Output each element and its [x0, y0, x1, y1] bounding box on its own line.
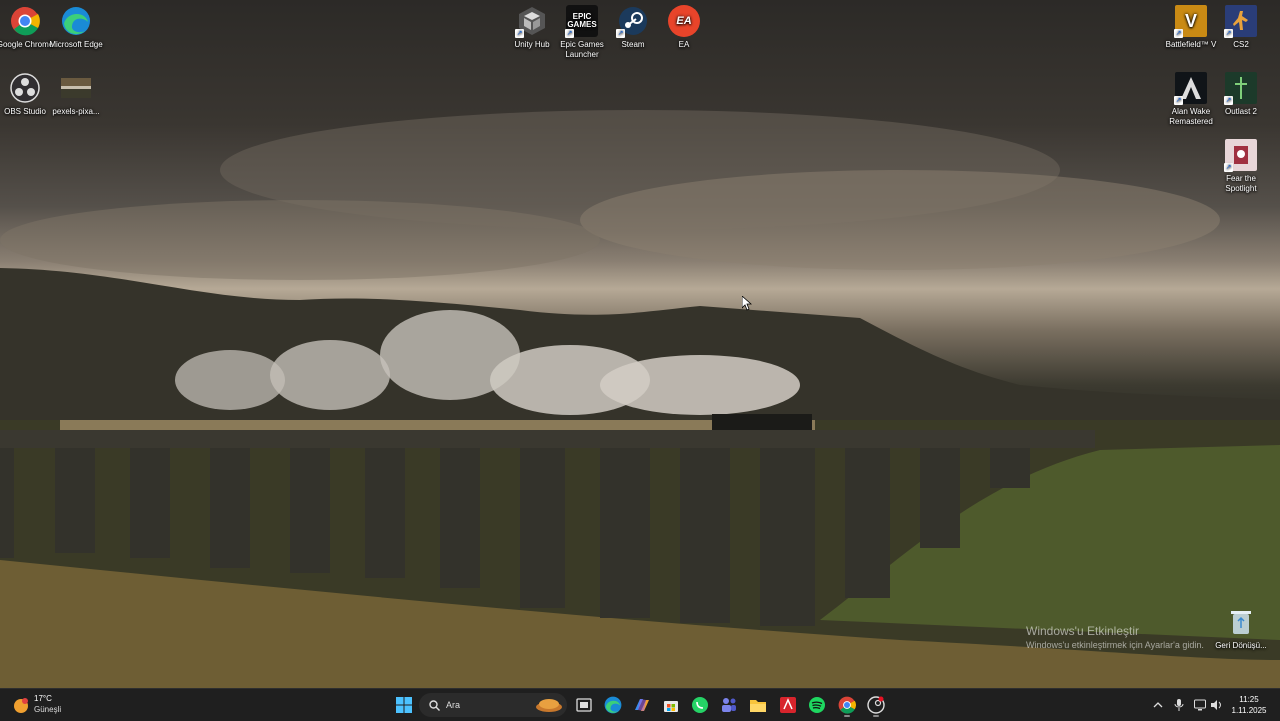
spotify-icon [809, 697, 825, 713]
taskbar-acrobat[interactable] [776, 693, 800, 717]
ea-logo-text: EA [676, 15, 692, 27]
steam-like-icon [867, 696, 885, 714]
taskbar-edge[interactable] [601, 693, 625, 717]
clock-date: 1.11.2025 [1231, 706, 1267, 715]
activation-title: Windows'u Etkinleştir [1026, 624, 1139, 638]
windows-activation-watermark: Windows'u Etkinleştir Windows'u etkinleş… [1026, 624, 1266, 650]
store-icon [664, 701, 678, 712]
battlefield-icon: V ↗ [1174, 5, 1207, 38]
icon-label: CS2 [1233, 40, 1249, 49]
desktop-icon-outlast-2[interactable]: ↗ Outlast 2 [1210, 72, 1272, 117]
activation-subtitle: Windows'u etkinleştirmek için Ayarlar'a … [1026, 640, 1204, 650]
taskbar-chrome[interactable] [835, 693, 859, 717]
fear-spotlight-icon: ↗ [1224, 139, 1257, 172]
taskbar-copilot[interactable] [630, 693, 654, 717]
shortcut-arrow-icon: ↗ [515, 29, 524, 38]
outlast-icon: ↗ [1224, 72, 1257, 105]
taskbar-search-box[interactable]: Ara [419, 693, 567, 717]
icon-label: Fear the Spotlight [1225, 174, 1257, 193]
edge-icon [604, 696, 622, 714]
mouse-cursor-icon [742, 296, 752, 311]
search-highlight-icon [536, 699, 562, 712]
system-tray [1150, 693, 1230, 717]
sun-icon [14, 698, 28, 713]
weather-temperature: 17°C [34, 694, 52, 703]
icon-label: pexels-pixa... [52, 107, 100, 116]
icon-label: EA [678, 40, 690, 49]
battlefield-logo-text: V [1184, 11, 1197, 31]
taskbar-whatsapp[interactable] [688, 693, 712, 717]
epic-logo-text: EPIC GAMES [567, 12, 597, 29]
weather-condition: Güneşli [34, 705, 62, 714]
image-file-icon [60, 72, 92, 104]
unity-icon: ↗ [515, 5, 548, 38]
shortcut-arrow-icon: ↗ [1174, 96, 1183, 105]
taskbar-spotify[interactable] [805, 693, 829, 717]
acrobat-icon [780, 697, 796, 713]
volume-icon[interactable] [1210, 699, 1223, 711]
search-placeholder: Ara [446, 700, 461, 710]
clock-time: 11:25 [1239, 695, 1259, 704]
desktop-icon-ea[interactable]: EA EA [653, 5, 715, 50]
task-view-button[interactable] [572, 693, 596, 717]
shortcut-arrow-icon: ↗ [1174, 29, 1183, 38]
shortcut-arrow-icon: ↗ [1224, 29, 1233, 38]
task-view-icon [576, 698, 592, 712]
desktop-icon-cs2[interactable]: ↗ CS2 [1210, 5, 1272, 50]
microphone-icon[interactable] [1174, 699, 1184, 711]
windows-start-icon [396, 697, 412, 713]
whatsapp-icon [692, 697, 708, 713]
taskbar-steam-like-app[interactable] [864, 693, 888, 717]
shortcut-arrow-icon: ↗ [1224, 96, 1233, 105]
taskbar: 17°C Güneşli Ara 11:25 1.11.2025 [0, 688, 1280, 721]
taskbar-file-explorer[interactable] [746, 693, 770, 717]
shortcut-arrow-icon: ↗ [1224, 163, 1233, 172]
desktop-icon-edge[interactable]: Microsoft Edge [45, 5, 107, 50]
desktop-icon-pexels-image[interactable]: pexels-pixa... [45, 72, 107, 117]
obs-icon [9, 72, 41, 104]
taskbar-clock[interactable]: 11:25 1.11.2025 [1226, 694, 1272, 716]
edge-icon [60, 5, 92, 37]
desktop-icon-fear-the-spotlight[interactable]: ↗ Fear the Spotlight [1210, 139, 1272, 194]
desktop-wallpaper [0, 0, 1280, 688]
chrome-icon [838, 696, 856, 714]
running-indicator [844, 715, 850, 717]
weather-widget[interactable]: 17°C Güneşli [10, 694, 90, 718]
teams-icon [722, 698, 736, 712]
network-icon[interactable] [1194, 699, 1206, 711]
taskbar-store[interactable] [659, 693, 683, 717]
cs2-icon: ↗ [1224, 5, 1257, 38]
icon-label: Outlast 2 [1224, 107, 1257, 116]
start-button[interactable] [392, 693, 416, 717]
search-icon [429, 699, 440, 711]
shortcut-arrow-icon: ↗ [616, 29, 625, 38]
running-indicator [873, 715, 879, 717]
epic-games-icon: EPIC GAMES ↗ [565, 5, 598, 38]
shortcut-arrow-icon: ↗ [565, 29, 574, 38]
alan-wake-icon: ↗ [1174, 72, 1207, 105]
file-explorer-icon [750, 700, 766, 712]
chevron-up-icon[interactable] [1153, 701, 1163, 709]
ea-icon: EA [668, 5, 700, 37]
icon-label: Microsoft Edge [49, 40, 103, 49]
chrome-icon [9, 5, 41, 37]
taskbar-teams[interactable] [717, 693, 741, 717]
steam-icon: ↗ [616, 5, 649, 38]
copilot-icon [635, 699, 649, 711]
